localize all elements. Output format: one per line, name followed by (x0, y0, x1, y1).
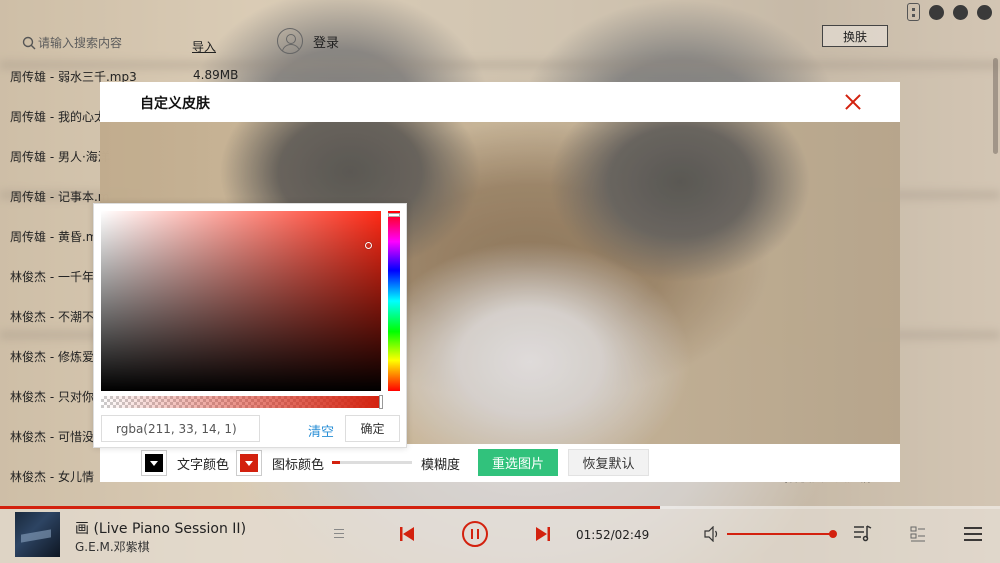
dialog-title: 自定义皮肤 (140, 96, 210, 112)
confirm-color-button[interactable]: 确定 (345, 415, 400, 442)
song-title[interactable]: 周传雄 - 男人·海洋 (10, 150, 110, 164)
hue-thumb[interactable] (388, 213, 400, 217)
hue-slider[interactable] (388, 211, 400, 391)
song-title[interactable]: 周传雄 - 我的心太 (10, 110, 106, 124)
import-link[interactable]: 导入 (192, 38, 216, 55)
color-cursor[interactable] (365, 242, 372, 249)
song-title[interactable]: 周传雄 - 记事本.m (10, 190, 109, 204)
icon-color-swatch[interactable] (236, 450, 262, 476)
list-item[interactable]: 林俊杰 - 不潮不 (10, 308, 94, 325)
list-item[interactable]: 林俊杰 - 修炼爱 (10, 348, 94, 365)
equalizer-icon[interactable] (910, 526, 926, 542)
pause-button[interactable] (462, 521, 488, 547)
list-item[interactable]: 林俊杰 - 可惜没 (10, 428, 94, 445)
color-picker: 清空 确定 (93, 203, 407, 448)
next-track-icon[interactable] (535, 527, 551, 541)
track-title: 画 (Live Piano Session II) (75, 521, 247, 537)
change-skin-button[interactable]: 换肤 (822, 25, 888, 47)
login-area[interactable]: 登录 (277, 28, 339, 54)
song-title[interactable]: 周传雄 - 黄昏.m (10, 230, 97, 244)
menu-icon[interactable] (964, 526, 982, 542)
album-cover[interactable] (15, 512, 60, 557)
avatar[interactable] (277, 28, 303, 54)
login-label[interactable]: 登录 (313, 32, 339, 51)
song-title[interactable]: 林俊杰 - 女儿情 (10, 470, 94, 484)
search-input[interactable] (38, 36, 158, 50)
track-artist[interactable]: G.E.M.邓紫棋 (75, 538, 150, 555)
icon-color-label: 图标颜色 (272, 458, 325, 473)
text-color-swatch[interactable] (141, 450, 167, 476)
mini-menu-icon[interactable] (907, 3, 920, 21)
volume-icon[interactable] (703, 526, 721, 542)
list-item[interactable]: 林俊杰 - 女儿情 (10, 468, 94, 485)
song-title[interactable]: 林俊杰 - 可惜没 (10, 430, 94, 444)
saturation-value-panel[interactable] (101, 211, 381, 391)
volume-knob[interactable] (829, 530, 837, 538)
blur-label: 模糊度 (421, 458, 461, 473)
text-color-fill (145, 454, 163, 472)
maximize-button[interactable] (953, 4, 968, 20)
reset-default-button[interactable]: 恢复默认 (568, 449, 649, 476)
song-size: 4.89MB (193, 68, 239, 82)
playlist-icon[interactable] (334, 529, 344, 538)
window-controls (907, 3, 992, 21)
text-color-label: 文字颜色 (177, 458, 230, 473)
close-window-button[interactable] (977, 4, 992, 20)
icon-color-fill (240, 454, 258, 472)
list-item[interactable]: 林俊杰 - 一千年 (10, 268, 94, 285)
dialog-header: 自定义皮肤 (100, 82, 900, 122)
song-title[interactable]: 林俊杰 - 一千年 (10, 270, 94, 284)
clear-color-link[interactable]: 清空 (308, 421, 334, 440)
reselect-image-button[interactable]: 重选图片 (478, 449, 558, 476)
blur-slider[interactable] (332, 461, 412, 464)
list-item[interactable]: 周传雄 - 我的心太 (10, 108, 106, 125)
playback-time: 01:52/02:49 (576, 528, 650, 542)
search-icon (22, 36, 36, 50)
search-box (22, 36, 158, 50)
lyrics-icon[interactable] (853, 523, 873, 543)
alpha-slider[interactable] (101, 395, 383, 409)
song-title[interactable]: 林俊杰 - 修炼爱 (10, 350, 94, 364)
blur-slider-fill (332, 461, 340, 464)
song-title[interactable]: 林俊杰 - 只对你 (10, 390, 94, 404)
dialog-toolbar: 文字颜色 图标颜色 模糊度 重选图片 恢复默认 (100, 444, 900, 482)
volume-slider[interactable] (727, 530, 837, 538)
close-icon[interactable] (844, 93, 862, 111)
minimize-button[interactable] (929, 4, 944, 20)
player-bar: 画 (Live Piano Session II) G.E.M.邓紫棋 01:5… (0, 509, 1000, 563)
list-item[interactable]: 周传雄 - 男人·海洋 (10, 148, 110, 165)
list-item[interactable]: 林俊杰 - 只对你 (10, 388, 94, 405)
song-title[interactable]: 林俊杰 - 不潮不 (10, 310, 94, 324)
list-item[interactable]: 周传雄 - 黄昏.m (10, 228, 97, 245)
scrollbar[interactable] (993, 58, 998, 154)
color-value-input[interactable] (101, 415, 260, 442)
previous-track-icon[interactable] (399, 527, 415, 541)
alpha-thumb[interactable] (379, 395, 383, 409)
